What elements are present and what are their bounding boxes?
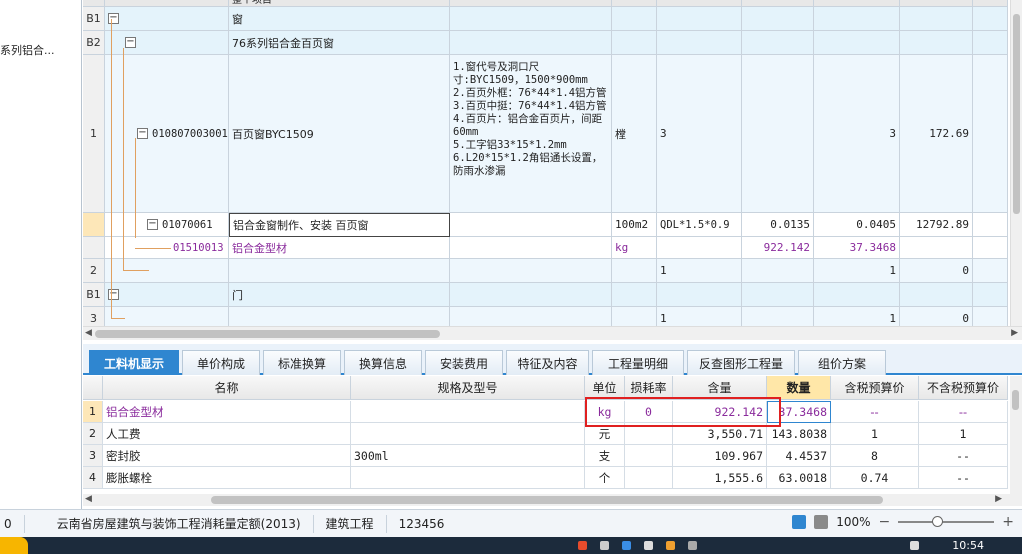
material-name[interactable]: 膨胀螺栓: [103, 467, 351, 489]
table-row[interactable]: 1 铝合金型材 kg 0 922.142 37.3468 -- --: [83, 401, 1008, 423]
os-taskbar: 10:54: [0, 537, 1022, 554]
table-row[interactable]: 2 人工费 元 3,550.71 143.8038 1 1: [83, 423, 1008, 445]
collapse-icon[interactable]: −: [108, 13, 119, 24]
item-unit[interactable]: 樘: [612, 55, 657, 213]
table-row[interactable]: 2 1 1 0: [83, 259, 1008, 283]
column-header-content[interactable]: 含量: [673, 376, 767, 400]
column-header-quantity[interactable]: 数量: [767, 376, 831, 400]
table-row[interactable]: 01510013 铝合金型材 kg 922.142 37.3468: [83, 237, 1008, 259]
item-name[interactable]: 门: [229, 283, 450, 307]
zoom-level: 100%: [836, 515, 871, 529]
tray-app-icon[interactable]: [578, 541, 587, 550]
table-row[interactable]: B1 − 门: [83, 283, 1008, 307]
material-name[interactable]: 密封胶: [103, 445, 351, 467]
collapse-icon[interactable]: −: [125, 37, 136, 48]
tray-network-icon[interactable]: [600, 541, 609, 550]
scroll-left-icon[interactable]: ◀: [85, 328, 92, 338]
detail-tabs: 工料机显示 单价构成 标准换算 换算信息 安装费用 特征及内容 工程量明细 反查…: [83, 344, 1022, 375]
view-split-icon[interactable]: [814, 515, 829, 529]
tray-app-icon[interactable]: [622, 541, 631, 550]
item-name[interactable]: 百页窗BYC1509: [229, 55, 450, 213]
tab-quantity-detail[interactable]: 工程量明细: [592, 350, 684, 375]
collapse-icon[interactable]: −: [147, 219, 158, 230]
item-name[interactable]: 窗: [229, 7, 450, 31]
top-grid-header: 整个项目: [229, 0, 450, 7]
scroll-right-icon[interactable]: ▶: [995, 494, 1002, 504]
top-grid-vertical-scrollbar[interactable]: [1010, 0, 1022, 326]
table-row[interactable]: 1 −010807003001 百页窗BYC1509 1.窗代号及洞口尺寸:BY…: [83, 55, 1008, 213]
material-name[interactable]: 铝合金型材: [229, 237, 450, 259]
tray-app-icon[interactable]: [666, 541, 675, 550]
tray-volume-icon[interactable]: [688, 541, 697, 550]
zoom-in-icon[interactable]: +: [1002, 514, 1014, 530]
material-name[interactable]: 人工费: [103, 423, 351, 445]
scroll-left-icon[interactable]: ◀: [85, 494, 92, 504]
column-header-tax-price[interactable]: 含税预算价: [831, 376, 919, 400]
item-feature[interactable]: 1.窗代号及洞口尺寸:BYC1509，1500*900mm 2.百页外框：76*…: [450, 55, 612, 213]
tab-material-display[interactable]: 工料机显示: [89, 350, 179, 375]
status-bar: 0 云南省房屋建筑与装饰工程消耗量定额(2013) 建筑工程 123456 10…: [0, 509, 1022, 537]
zoom-out-icon[interactable]: −: [879, 514, 891, 530]
scroll-right-icon[interactable]: ▶: [1011, 328, 1018, 338]
item-quantity[interactable]: 3: [814, 55, 900, 213]
tray-flag-icon[interactable]: [910, 541, 919, 550]
tray-keyboard-icon[interactable]: [644, 541, 653, 550]
start-icon[interactable]: [0, 537, 28, 554]
tab-pricing-scheme[interactable]: 组价方案: [798, 350, 886, 375]
column-header-loss[interactable]: 损耗率: [625, 376, 673, 400]
tab-reverse-lookup[interactable]: 反查图形工程量: [687, 350, 795, 375]
project-code-label: 123456: [398, 516, 445, 531]
tab-conversion-info[interactable]: 换算信息: [344, 350, 422, 375]
item-code[interactable]: 010807003001: [152, 128, 228, 140]
top-grid-horizontal-scrollbar[interactable]: ◀ ▶: [83, 326, 1022, 340]
table-row[interactable]: B1 − 窗: [83, 7, 1008, 31]
table-row[interactable]: −01070061 铝合金窗制作、安装 百页窗 100m2 QDL*1.5*0.…: [83, 213, 1008, 237]
tab-standard-conversion[interactable]: 标准换算: [263, 350, 341, 375]
top-quota-grid[interactable]: 整个项目 B1 − 窗 B2 − 76系列铝合金百页窗 1 −010807003…: [83, 0, 1022, 340]
tab-unit-price[interactable]: 单价构成: [182, 350, 260, 375]
collapse-icon[interactable]: −: [108, 289, 119, 300]
table-row[interactable]: 4 膨胀螺栓 个 1,555.6 63.0018 0.74 --: [83, 467, 1008, 489]
left-tree-panel[interactable]: 系列铝合...: [0, 0, 82, 510]
item-price[interactable]: 172.69: [900, 55, 973, 213]
column-header-unit[interactable]: 单位: [585, 376, 625, 400]
quantity-cell-selected[interactable]: 37.3468: [767, 401, 831, 423]
quota-code[interactable]: 01070061: [162, 219, 213, 231]
collapse-icon[interactable]: −: [137, 128, 148, 139]
column-header-name[interactable]: 名称: [103, 376, 351, 400]
material-grid-horizontal-scrollbar[interactable]: ◀ ▶: [83, 494, 1022, 506]
tree-item-label[interactable]: 系列铝合...: [0, 42, 80, 58]
tab-features[interactable]: 特征及内容: [506, 350, 589, 375]
table-row[interactable]: 3 密封胶 300ml 支 109.967 4.4537 8 --: [83, 445, 1008, 467]
view-list-icon[interactable]: [792, 515, 807, 529]
table-row[interactable]: B2 − 76系列铝合金百页窗: [83, 31, 1008, 55]
tab-installation-fee[interactable]: 安装费用: [425, 350, 503, 375]
material-grid-vertical-scrollbar[interactable]: [1010, 376, 1022, 494]
column-header-notax-price[interactable]: 不含税预算价: [919, 376, 1008, 400]
material-name[interactable]: 铝合金型材: [103, 401, 351, 423]
zoom-slider[interactable]: [898, 516, 995, 527]
column-header-spec[interactable]: 规格及型号: [351, 376, 585, 400]
project-type-label: 建筑工程: [314, 514, 387, 533]
item-expression[interactable]: 3: [657, 55, 742, 213]
taskbar-clock[interactable]: 10:54: [952, 539, 984, 552]
quota-name-editor[interactable]: 铝合金窗制作、安装 百页窗: [229, 213, 450, 237]
quota-library-label: 云南省房屋建筑与装饰工程消耗量定额(2013): [25, 514, 314, 533]
material-grid[interactable]: 名称 规格及型号 单位 损耗率 含量 数量 含税预算价 不含税预算价 1 铝合金…: [83, 376, 1022, 494]
zoom-slider-knob[interactable]: [932, 516, 944, 527]
item-name[interactable]: 76系列铝合金百页窗: [229, 31, 450, 55]
